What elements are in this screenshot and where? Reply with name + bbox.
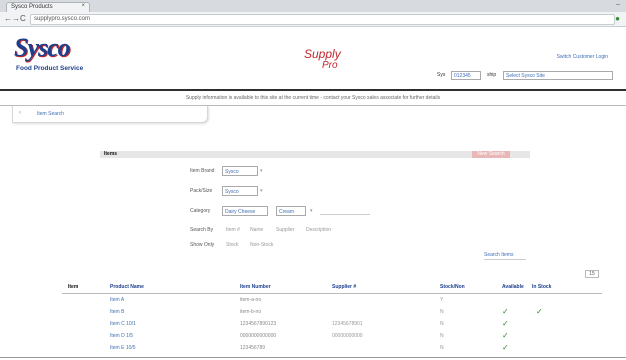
pack-select[interactable]: Sysco — [222, 186, 258, 196]
col-header-supplier[interactable]: Supplier # — [332, 284, 356, 290]
table-header-divider — [62, 293, 602, 294]
supplier-number: 12345678901 — [332, 321, 363, 327]
search-items-button[interactable]: Search Items — [484, 252, 526, 261]
check-icon: ✓ — [502, 307, 509, 316]
sysco-logo[interactable]: Sysco — [14, 33, 71, 63]
table-row[interactable]: Item C 10/1 1234567890123 12345678901 N … — [62, 319, 602, 331]
address-bar[interactable]: supplypro.sysco.com — [30, 14, 615, 25]
stock-flag: N — [440, 345, 444, 351]
page-bottom-border — [0, 357, 626, 358]
filter-label: Item Brand — [190, 168, 215, 174]
search-button-underline — [484, 259, 526, 260]
chevron-down-icon[interactable]: ▾ — [260, 188, 263, 194]
browser-tabstrip: Sysco Products × – — [0, 0, 626, 12]
item-number: 123456789 — [240, 345, 266, 351]
switch-customer-link[interactable]: Switch Customer Login — [557, 54, 608, 60]
header-filter: Sys 012345 ship Select Sysco Site — [437, 71, 615, 80]
notice-banner: Supply information is available to this … — [185, 95, 441, 101]
filter-select-1[interactable]: 012345 — [451, 71, 481, 80]
breadcrumb-link[interactable]: Item Search — [37, 111, 64, 117]
site-header: Sysco Food Product Service Supply Pro Sw… — [0, 27, 626, 87]
product-name-link[interactable]: Item D 1/5 — [110, 333, 133, 339]
table-row[interactable]: Item E 10/5 123456789 N ✓ — [62, 343, 602, 355]
category-select[interactable]: Dairy Cheese — [222, 206, 268, 216]
item-number: item-b-no — [240, 309, 262, 315]
subcategory-select[interactable]: Cream — [276, 206, 306, 216]
panel-title: Items — [104, 151, 118, 157]
col-header-item-number[interactable]: Item Number — [240, 284, 271, 290]
filter-label: Show Only — [190, 242, 215, 248]
filter-panel-header: Items New Search — [100, 151, 530, 158]
supplier-number: 00000000000 — [332, 333, 363, 339]
product-name-link[interactable]: Item C 10/1 — [110, 321, 136, 327]
search-button-label: Search Items — [484, 252, 514, 258]
checkbox-option[interactable]: Stock — [226, 242, 239, 248]
radio-option[interactable]: Name — [250, 227, 263, 233]
filter-label: Pack/Size — [190, 188, 213, 194]
check-icon: ✓ — [502, 331, 509, 340]
results-count: 15 — [585, 270, 599, 278]
product-name-link[interactable]: Item A — [110, 297, 124, 303]
close-icon[interactable]: × — [81, 3, 85, 9]
new-search-button[interactable]: New Search — [472, 151, 510, 158]
check-icon: ✓ — [502, 343, 509, 352]
url-text: supplypro.sysco.com — [34, 16, 91, 22]
item-number: 0000000000000 — [240, 333, 277, 339]
supply-logo-pro: Pro — [322, 60, 338, 71]
filter-select-2[interactable]: Select Sysco Site — [503, 71, 613, 80]
tab-title: Sysco Products — [11, 4, 53, 10]
browser-toolbar: ← → C supplypro.sysco.com ● — [0, 12, 626, 27]
forward-icon[interactable]: → — [12, 14, 20, 23]
checkbox-option[interactable]: Non-Stock — [250, 242, 273, 248]
filter-label-2: ship — [487, 72, 497, 78]
brand-select[interactable]: Sysco — [222, 166, 258, 176]
stock-flag: N — [440, 321, 444, 327]
supply-logo-main: Supply — [304, 47, 341, 61]
col-header-name[interactable]: Product Name — [110, 284, 144, 290]
stock-flag: Y — [440, 297, 444, 303]
table-row[interactable]: Item A item-a-no Y — [62, 297, 602, 307]
check-icon: ✓ — [536, 307, 543, 316]
col-header-in-stock[interactable]: In Stock — [532, 284, 551, 290]
breadcrumb: ‹ Item Search — [12, 106, 208, 123]
table-row[interactable]: Item D 1/5 0000000000000 00000000000 N ✓ — [62, 331, 602, 343]
radio-option[interactable]: Description — [306, 227, 331, 233]
item-number: 1234567890123 — [240, 321, 277, 327]
chevron-down-icon[interactable]: ▾ — [310, 208, 313, 214]
table-row[interactable]: Item B item-b-no N ✓ ✓ — [62, 307, 602, 319]
table-header: Item Product Name Item Number Supplier #… — [62, 284, 602, 292]
product-name-link[interactable]: Item B — [110, 309, 124, 315]
radio-option[interactable]: Supplier — [276, 227, 294, 233]
chevron-down-icon[interactable]: ▾ — [260, 168, 263, 174]
stock-flag: N — [440, 333, 444, 339]
minimize-icon[interactable]: – — [616, 1, 620, 8]
filter-label: Search By — [190, 227, 214, 233]
col-header-available[interactable]: Available — [502, 284, 524, 290]
back-icon[interactable]: ← — [4, 14, 12, 23]
filter-label: Category — [190, 208, 211, 214]
chevron-left-icon[interactable]: ‹ — [19, 110, 21, 116]
extension-icon[interactable]: ● — [615, 14, 620, 23]
col-header-stock[interactable]: Stock/Non — [440, 284, 465, 290]
item-number: item-a-no — [240, 297, 262, 303]
browser-tab[interactable]: Sysco Products × — [6, 2, 90, 12]
product-name-link[interactable]: Item E 10/5 — [110, 345, 136, 351]
logo-tagline: Food Product Service — [16, 65, 84, 72]
reload-icon[interactable]: C — [20, 14, 26, 23]
category-input-line[interactable] — [320, 214, 370, 215]
radio-option[interactable]: Item # — [226, 227, 240, 233]
stock-flag: N — [440, 309, 444, 315]
col-header-item[interactable]: Item — [68, 284, 78, 290]
filter-label-1: Sys — [437, 72, 446, 78]
check-icon: ✓ — [502, 319, 509, 328]
supply-pro-logo: Supply Pro — [304, 47, 341, 71]
